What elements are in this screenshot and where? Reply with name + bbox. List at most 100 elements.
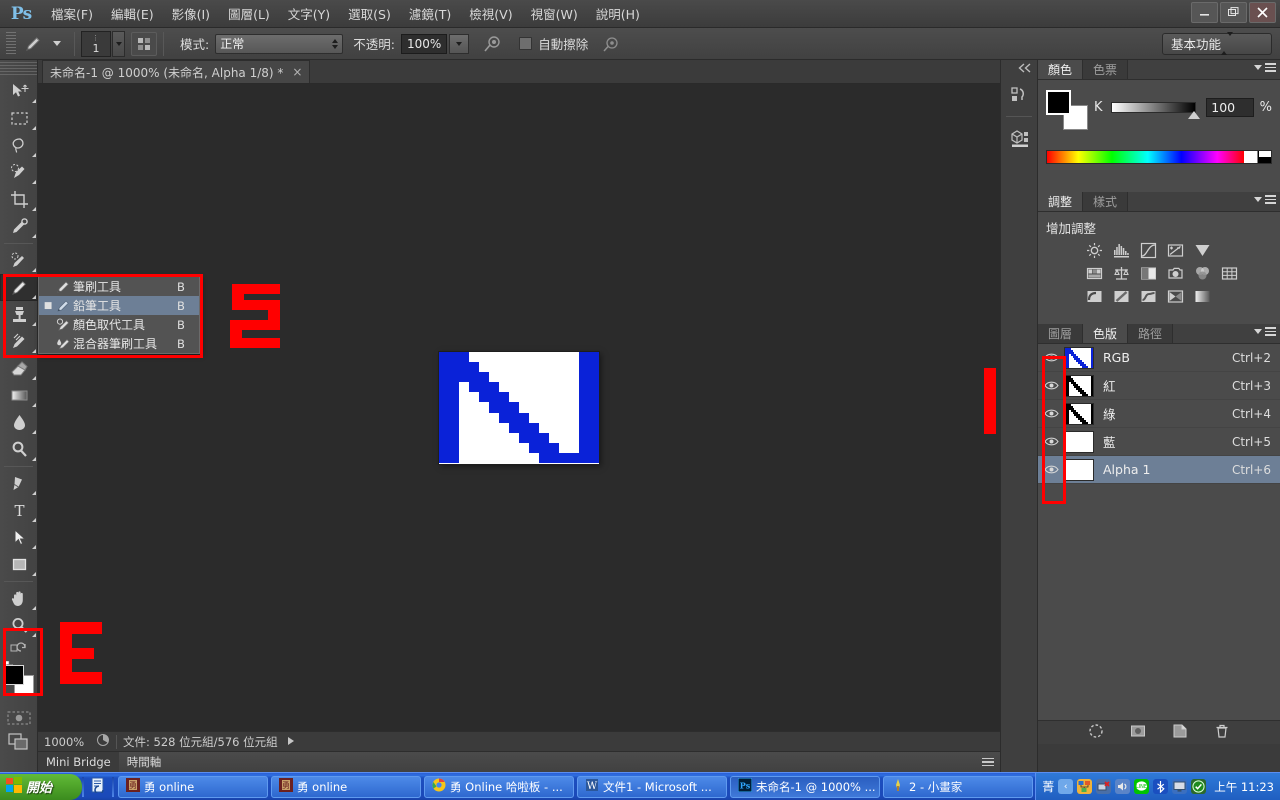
canvas-pixel[interactable] bbox=[519, 453, 529, 464]
k-value-field[interactable]: 100 bbox=[1206, 97, 1254, 117]
menu-help[interactable]: 說明(H) bbox=[587, 0, 649, 27]
sound-icon[interactable] bbox=[1115, 779, 1131, 794]
tray-chevron-left-icon[interactable]: ‹ bbox=[1058, 779, 1074, 794]
canvas-pixel[interactable] bbox=[469, 402, 479, 413]
tool-blur[interactable] bbox=[0, 409, 38, 436]
canvas-pixel[interactable] bbox=[459, 432, 469, 444]
taskbar-task-button[interactable]: 2 - 小畫家 bbox=[883, 775, 1033, 798]
canvas-pixel[interactable] bbox=[549, 361, 559, 372]
canvas-pixel[interactable] bbox=[459, 371, 469, 383]
canvas-pixel[interactable] bbox=[439, 351, 449, 362]
task-buttons[interactable]: 勇勇 online 勇勇 online 勇 Online 哈啦板 - ... W 文件1… bbox=[114, 775, 1035, 798]
spectrum-black-white-icon[interactable] bbox=[1259, 151, 1271, 163]
canvas-pixel[interactable] bbox=[459, 392, 469, 403]
canvas-pixel[interactable] bbox=[439, 371, 449, 383]
canvas-pixel[interactable] bbox=[579, 402, 589, 413]
canvas-pixel[interactable] bbox=[589, 361, 599, 372]
canvas-pixel[interactable] bbox=[469, 351, 479, 362]
canvas-pixel[interactable] bbox=[589, 432, 599, 444]
canvas-pixel[interactable] bbox=[529, 392, 539, 403]
canvas-pixel[interactable] bbox=[559, 453, 569, 464]
canvas-pixel[interactable] bbox=[479, 402, 489, 413]
tab-channels[interactable]: 色版 bbox=[1083, 324, 1129, 343]
tool-path-selection[interactable] bbox=[0, 524, 38, 551]
adjustments-panel-menu-icon[interactable] bbox=[1254, 195, 1276, 204]
canvas-pixel[interactable] bbox=[579, 382, 589, 393]
tool-dodge[interactable] bbox=[0, 436, 38, 463]
canvas-pixel[interactable] bbox=[549, 382, 559, 393]
canvas-pixel[interactable] bbox=[499, 412, 509, 423]
canvas-pixel[interactable] bbox=[489, 361, 499, 372]
canvas-pixel[interactable] bbox=[529, 422, 539, 433]
canvas-pixel[interactable] bbox=[579, 412, 589, 423]
canvas-pixel[interactable] bbox=[519, 432, 529, 444]
canvas-pixel[interactable] bbox=[589, 371, 599, 383]
canvas-pixel[interactable] bbox=[459, 422, 469, 433]
tool-gradient[interactable] bbox=[0, 382, 38, 409]
tools-panel-grip-icon[interactable] bbox=[0, 62, 37, 76]
canvas-pixel[interactable] bbox=[479, 422, 489, 433]
canvas-pixel[interactable] bbox=[459, 412, 469, 423]
start-button[interactable]: 開始 bbox=[0, 773, 82, 800]
new-channel-icon[interactable] bbox=[1172, 723, 1188, 742]
clock[interactable]: 上午 11:23 bbox=[1214, 779, 1274, 795]
threshold-icon[interactable] bbox=[1138, 287, 1158, 305]
canvas-pixel[interactable] bbox=[449, 432, 459, 444]
canvas-pixel[interactable] bbox=[499, 402, 509, 413]
canvas-pixel[interactable] bbox=[519, 361, 529, 372]
tab-adjustments[interactable]: 調整 bbox=[1038, 192, 1084, 211]
canvas-pixel[interactable] bbox=[539, 371, 549, 383]
tool-crop[interactable] bbox=[0, 186, 38, 213]
canvas-pixel[interactable] bbox=[569, 422, 579, 433]
canvas-pixel[interactable] bbox=[479, 371, 489, 383]
photo-filter-icon[interactable] bbox=[1165, 264, 1185, 282]
menu-edit[interactable]: 編輯(E) bbox=[102, 0, 163, 27]
menu-layer[interactable]: 圖層(L) bbox=[219, 0, 279, 27]
vibrance-icon[interactable] bbox=[1192, 241, 1212, 259]
minimize-button[interactable] bbox=[1191, 2, 1218, 23]
hue-saturation-icon[interactable] bbox=[1084, 264, 1104, 282]
canvas-pixel[interactable] bbox=[459, 361, 469, 372]
tool-type[interactable]: T bbox=[0, 497, 38, 524]
canvas-pixel[interactable] bbox=[479, 392, 489, 403]
delete-channel-icon[interactable] bbox=[1214, 723, 1230, 742]
tool-preset-chevron-down-icon[interactable] bbox=[53, 41, 61, 46]
canvas-pixel[interactable] bbox=[509, 443, 519, 454]
canvas-pixel[interactable] bbox=[509, 422, 519, 433]
channels-list[interactable]: RGB Ctrl+2 紅 Ctrl+3 綠 Ctrl+4 藍 Ctrl+5 Alpha 1 Ctr… bbox=[1038, 344, 1280, 720]
canvas-pixel[interactable] bbox=[469, 361, 479, 372]
brush-panel-toggle-icon[interactable] bbox=[131, 31, 157, 56]
canvas-pixel[interactable] bbox=[539, 412, 549, 423]
taskbar-task-button[interactable]: 勇 Online 哈啦板 - ... bbox=[424, 775, 574, 798]
canvas-pixel[interactable] bbox=[549, 402, 559, 413]
canvas-pixel[interactable] bbox=[509, 432, 519, 444]
bluetooth-icon[interactable] bbox=[1153, 779, 1169, 794]
menu-file[interactable]: 檔案(F) bbox=[42, 0, 102, 27]
airbrush-toggle-icon[interactable] bbox=[479, 32, 505, 56]
workspace-select[interactable]: 基本功能 bbox=[1162, 32, 1272, 55]
channel-thumbnail[interactable] bbox=[1064, 458, 1094, 481]
canvas-pixel[interactable] bbox=[439, 402, 449, 413]
tool-quick-select[interactable] bbox=[0, 159, 38, 186]
canvas-pixel[interactable] bbox=[479, 382, 489, 393]
canvas-pixel[interactable] bbox=[509, 371, 519, 383]
canvas-pixel[interactable] bbox=[479, 351, 489, 362]
canvas-pixel[interactable] bbox=[579, 351, 589, 362]
canvas-pixel[interactable] bbox=[439, 443, 449, 454]
tool-hand[interactable] bbox=[0, 585, 38, 612]
gradient-map-icon[interactable] bbox=[1165, 287, 1185, 305]
taskbar-task-button[interactable]: 勇勇 online bbox=[271, 775, 421, 798]
canvas-pixel[interactable] bbox=[549, 412, 559, 423]
panel-foreground-swatch[interactable] bbox=[1046, 90, 1071, 115]
canvas-pixel[interactable] bbox=[489, 402, 499, 413]
curves-icon[interactable] bbox=[1138, 241, 1158, 259]
quick-mask-toggle[interactable] bbox=[0, 707, 38, 729]
canvas-pixel[interactable] bbox=[439, 432, 449, 444]
current-tool-pencil-icon[interactable] bbox=[20, 32, 46, 56]
canvas-pixel[interactable] bbox=[589, 382, 599, 393]
canvas-pixel[interactable] bbox=[509, 382, 519, 393]
canvas-pixel[interactable] bbox=[549, 443, 559, 454]
canvas-pixel[interactable] bbox=[489, 382, 499, 393]
3d-panel-icon[interactable] bbox=[1001, 119, 1039, 157]
canvas-pixel[interactable] bbox=[559, 432, 569, 444]
